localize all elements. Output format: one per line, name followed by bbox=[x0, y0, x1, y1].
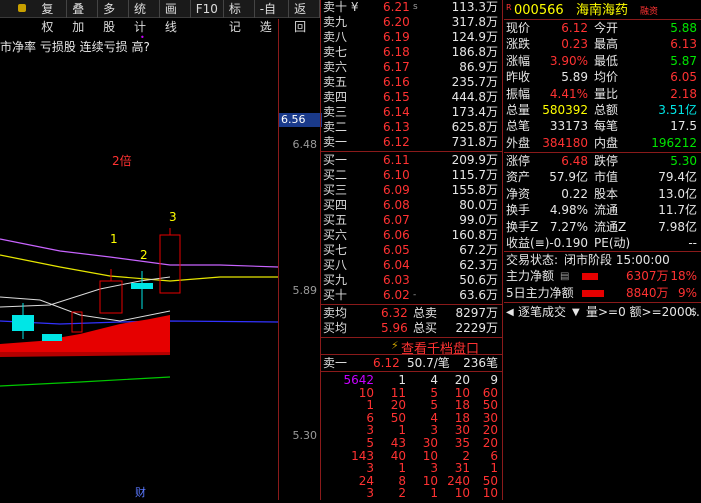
finance-tag[interactable]: 财 bbox=[135, 484, 146, 500]
bid-level[interactable]: 买五 6.07 99.0万 bbox=[321, 213, 502, 228]
quote-panel: R 000566 海南海药 融资 现价 6.12 今开 5.88 涨跌 0.23 最高 6.1… bbox=[504, 0, 701, 500]
menu-indicator-icon[interactable] bbox=[0, 0, 36, 18]
ask-level[interactable]: 卖六 6.17 86.9万 bbox=[321, 60, 502, 75]
expand-arrow-icon[interactable]: ◀ bbox=[506, 305, 514, 320]
current-price-tag: 6.56 bbox=[279, 113, 322, 127]
toolbar-multi-stock[interactable]: 多股 bbox=[98, 0, 129, 34]
dropdown-icon[interactable]: ▼ bbox=[572, 305, 580, 320]
bid-level[interactable]: 买二 6.10 115.7万 bbox=[321, 168, 502, 183]
avg-sell-row: 卖均 6.32 总卖 8297万 bbox=[323, 306, 498, 320]
bid-level[interactable]: 买八 6.04 62.3万 bbox=[321, 258, 502, 273]
main-flow-bar bbox=[582, 273, 598, 280]
axis-label-limit-up: 6.48 bbox=[292, 138, 318, 151]
bid-level[interactable]: 买六 6.06 160.8万 bbox=[321, 228, 502, 243]
order-book: 卖十 ¥6.21 s 113.3万 卖九 6.20 317.8万 卖八 6.19 124.9万卖… bbox=[320, 0, 503, 500]
avg-buy-row: 买均 5.96 总买 2229万 bbox=[323, 321, 498, 335]
bid-level[interactable]: 买三 6.09 155.8万 bbox=[321, 183, 502, 198]
stock-code: 000566 bbox=[514, 3, 564, 18]
ask-level[interactable]: 卖四 6.15 444.8万 bbox=[321, 90, 502, 105]
margin-tag: 融资 bbox=[640, 7, 659, 17]
ask-level[interactable]: 卖十 ¥6.21 s 113.3万 bbox=[321, 0, 502, 15]
toolbar-restore-rights[interactable]: 复权 bbox=[36, 0, 68, 34]
annotation-1: 1 bbox=[110, 232, 118, 246]
quote-row: 总笔 33173 每笔 17.5 bbox=[506, 119, 697, 134]
ask-level[interactable]: 卖二 6.13 625.8万 bbox=[321, 120, 502, 135]
toolbar-remove-watchlist[interactable]: -自选 bbox=[255, 0, 290, 34]
annotation-3: 3 bbox=[169, 210, 177, 224]
ask-level[interactable]: 卖三 6.14 173.4万 bbox=[321, 105, 502, 120]
marker-dot: • bbox=[140, 33, 145, 42]
ask-level[interactable]: 卖一 6.12 731.8万 bbox=[321, 135, 502, 150]
ask-level[interactable]: 卖八 6.19 124.9万 bbox=[321, 30, 502, 45]
tick-header: 卖一 6.12 50.7/笔 236笔 bbox=[323, 356, 498, 370]
ask-level[interactable]: 卖九 6.20 317.8万 bbox=[321, 15, 502, 30]
quote-row: 涨跌 0.23 最高 6.13 bbox=[506, 37, 697, 52]
quote-row: 资产 57.9亿 市值 79.4亿 bbox=[506, 170, 697, 185]
bid-level[interactable]: 买十 6.02-63.6万 bbox=[321, 288, 502, 303]
flow5-row: 5日主力净额 8840万 9% bbox=[506, 286, 697, 300]
axis-label-prev-close: 5.89 bbox=[292, 284, 318, 297]
stock-name: 海南海药 bbox=[576, 3, 629, 18]
axis-label-limit-down: 5.30 bbox=[292, 429, 318, 442]
tick-row: 3 2 1 10 10 bbox=[366, 486, 498, 501]
quote-row: 换手 4.98% 流通 11.7亿 bbox=[506, 203, 697, 218]
lightning-icon: ⚡ bbox=[391, 339, 399, 352]
bid-level[interactable]: 买一 6.11 209.9万 bbox=[321, 153, 502, 168]
toolbar-statistics[interactable]: 统计 bbox=[129, 0, 160, 34]
kline-svg bbox=[0, 228, 279, 387]
price-axis: 6.56 6.48 5.89 5.30 bbox=[278, 19, 322, 500]
toolbar-overlay[interactable]: 叠加 bbox=[67, 0, 99, 34]
quote-row: 昨收 5.89 均价 6.05 bbox=[506, 70, 697, 85]
quote-row: 振幅 4.41% 量比 2.18 bbox=[506, 86, 697, 101]
bid-level[interactable]: 买九 6.03 50.6万 bbox=[321, 273, 502, 288]
quote-row: 净资 0.22 股本 13.0亿 bbox=[506, 186, 697, 201]
indicator-text: 市净率 亏损股 连续亏损 高? bbox=[0, 40, 150, 54]
quote-row: 收益(≡) -0.190 PE(动) -- bbox=[506, 236, 697, 250]
candle bbox=[42, 334, 62, 341]
bid-level[interactable]: 买七 6.05 67.2万 bbox=[321, 243, 502, 258]
quote-row: 涨停 6.48 跌停 5.30 bbox=[506, 154, 697, 168]
ask-level[interactable]: 卖七 6.18 186.8万 bbox=[321, 45, 502, 60]
toolbar-back[interactable]: 返回 bbox=[289, 0, 321, 34]
trade-detail-header: ◀ 逐笔成交 ▼ 量>=0 额>=2000... $ bbox=[504, 305, 701, 320]
settings-icon[interactable]: $ bbox=[691, 305, 697, 320]
chart-toolbar: 复权 叠加 多股 统计 画线 F10 标记 -自选 返回 bbox=[0, 0, 321, 34]
main-flow-row: 主力净额 ▤ 6307万 18% bbox=[506, 269, 697, 284]
stock-header: R 000566 海南海药 融资 bbox=[504, 3, 701, 18]
quote-row: 总量 580392 总额 3.51亿 bbox=[506, 103, 697, 117]
candle bbox=[99, 280, 123, 314]
trade-filter[interactable]: 量>=0 额>=2000... bbox=[586, 305, 701, 320]
quote-row: 涨幅 3.90% 最低 5.87 bbox=[506, 53, 697, 68]
info-icon[interactable]: ▤ bbox=[560, 269, 569, 284]
toolbar-draw-line[interactable]: 画线 bbox=[160, 0, 191, 34]
kline-chart[interactable]: 2倍 1 2 3 财 bbox=[0, 19, 320, 500]
flow5-bar bbox=[582, 290, 604, 297]
ask-level[interactable]: 卖五 6.16 235.7万 bbox=[321, 75, 502, 90]
toolbar-f10[interactable]: F10 bbox=[191, 0, 224, 18]
quote-row: 现价 6.12 今开 5.88 bbox=[506, 21, 697, 35]
bid-level[interactable]: 买四 6.08 80.0万 bbox=[321, 198, 502, 213]
toolbar-mark[interactable]: 标记 bbox=[224, 0, 255, 34]
annotation-2x: 2倍 bbox=[112, 154, 132, 168]
trade-status: 交易状态: 闭市阶段 15:00:00 bbox=[506, 253, 670, 267]
r-badge: R bbox=[506, 3, 512, 12]
annotation-2: 2 bbox=[140, 248, 148, 262]
quote-row: 换手Z 7.27% 流通Z 7.98亿 bbox=[506, 219, 697, 234]
quote-row: 外盘 384180 内盘 196212 bbox=[506, 135, 697, 150]
